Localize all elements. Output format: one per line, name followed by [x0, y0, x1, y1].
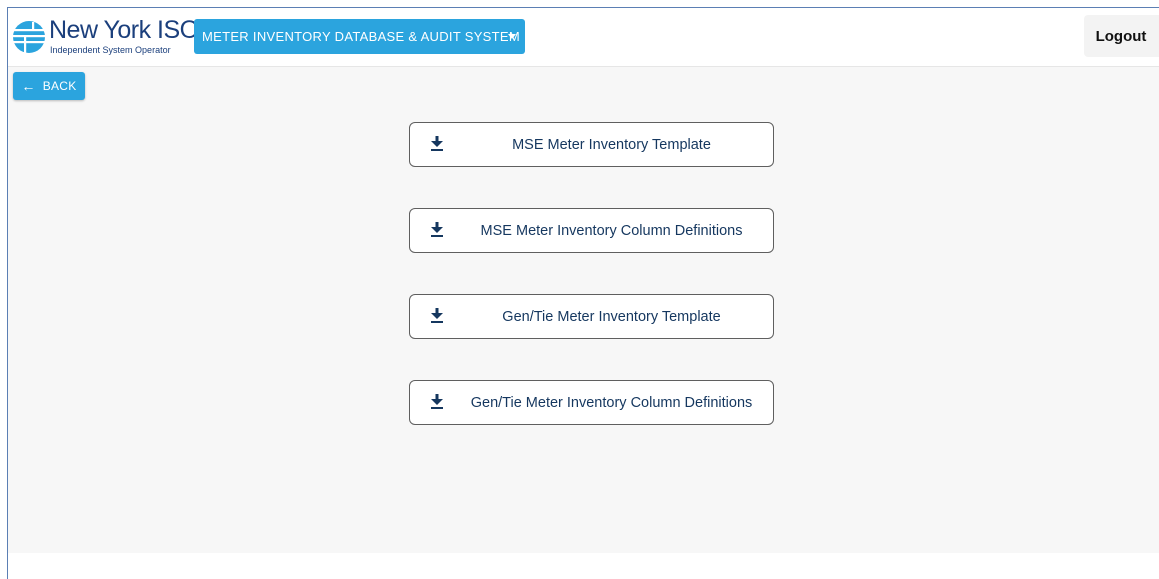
download-icon [431, 308, 443, 323]
download-gentie-template-button[interactable]: Gen/Tie Meter Inventory Template [409, 294, 774, 339]
back-button[interactable]: ← BACK [13, 72, 85, 100]
header-bar: New York ISO Independent System Operator… [8, 8, 1159, 67]
download-mse-template-button[interactable]: MSE Meter Inventory Template [409, 122, 774, 167]
download-mse-column-definitions-button[interactable]: MSE Meter Inventory Column Definitions [409, 208, 774, 253]
logout-button[interactable]: Logout [1084, 15, 1159, 57]
download-label: Gen/Tie Meter Inventory Column Definitio… [470, 394, 753, 411]
system-menu-dropdown[interactable]: METER INVENTORY DATABASE & AUDIT SYSTEM [194, 19, 525, 54]
logo-subtitle: Independent System Operator [50, 45, 171, 55]
download-icon [431, 222, 443, 237]
nyiso-globe-icon [12, 21, 46, 54]
download-icon [431, 136, 443, 151]
back-button-label: BACK [42, 79, 77, 93]
logo-title: New York ISO [49, 16, 199, 44]
arrow-left-icon: ← [21, 78, 36, 94]
caret-down-icon [508, 34, 516, 39]
system-menu-label: METER INVENTORY DATABASE & AUDIT SYSTEM [202, 29, 520, 44]
download-label: MSE Meter Inventory Column Definitions [480, 222, 743, 239]
app-window: New York ISO Independent System Operator… [7, 7, 1159, 579]
download-icon [431, 394, 443, 409]
download-gentie-column-definitions-button[interactable]: Gen/Tie Meter Inventory Column Definitio… [409, 380, 774, 425]
main-content: ← BACK MSE Meter Inventory Template MSE … [8, 67, 1159, 553]
download-label: MSE Meter Inventory Template [512, 136, 711, 153]
download-label: Gen/Tie Meter Inventory Template [502, 308, 721, 325]
nyiso-logo: New York ISO Independent System Operator [12, 14, 199, 58]
